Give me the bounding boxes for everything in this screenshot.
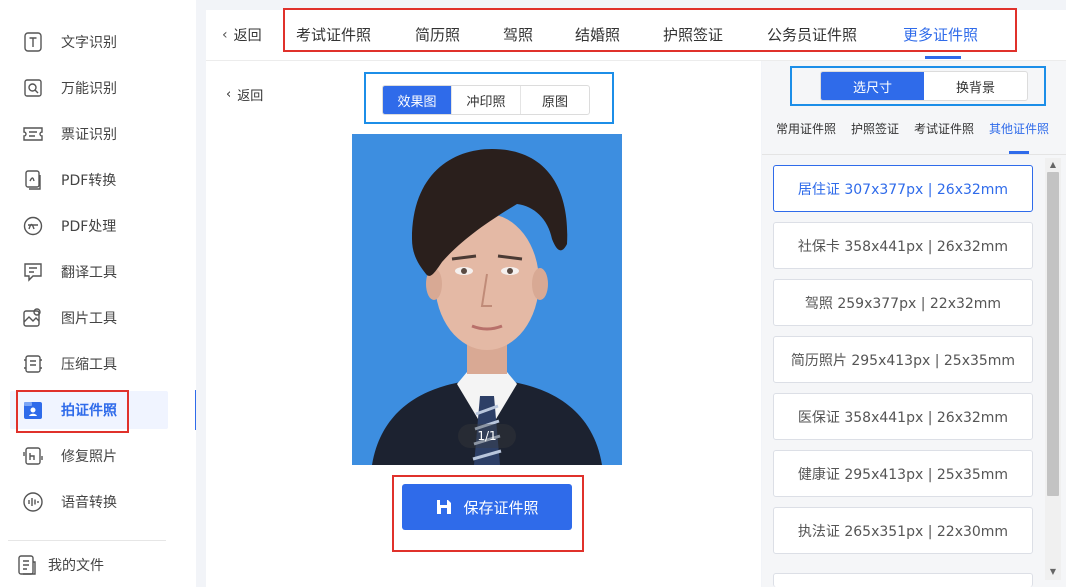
sidebar-item-ticket-recognition[interactable]: 票证识别 [18, 115, 168, 153]
sidebar-item-label: 票证识别 [61, 127, 117, 143]
category-common[interactable]: 常用证件照 [776, 120, 836, 137]
tab-driver-license[interactable]: 驾照 [503, 24, 533, 45]
tab-exam-photo[interactable]: 考试证件照 [296, 24, 371, 45]
photo-pager: 1/1 [458, 424, 516, 448]
tab-civil-servant-photo[interactable]: 公务员证件照 [767, 24, 857, 45]
text-recognition-icon [20, 29, 46, 55]
sidebar-item-translate[interactable]: 翻译工具 [18, 253, 168, 291]
pdf-convert-icon [20, 167, 46, 193]
sidebar-item-id-photo[interactable]: 拍证件照 [10, 391, 168, 429]
preview-back-button[interactable]: ‹ 返回 [226, 85, 263, 104]
size-option-social-security-card[interactable]: 社保卡 358x441px | 26x32mm [773, 222, 1033, 269]
category-passport-visa[interactable]: 护照签证 [851, 120, 899, 137]
sidebar-item-label: 拍证件照 [61, 403, 117, 419]
sidebar-item-label: 压缩工具 [61, 357, 117, 373]
tab-resume-photo[interactable]: 简历照 [415, 24, 460, 45]
ticket-recognition-icon [20, 121, 46, 147]
back-label: 返回 [237, 89, 264, 104]
save-id-photo-button[interactable]: 保存证件照 [402, 484, 572, 530]
pdf-process-icon [20, 213, 46, 239]
sidebar-item-label: 图片工具 [61, 311, 117, 327]
id-photo-icon [20, 397, 46, 423]
chevron-left-icon: ‹ [226, 87, 232, 102]
view-mode-original[interactable]: 原图 [521, 86, 589, 114]
chevron-left-icon: ‹ [222, 27, 228, 43]
size-option-residence-permit[interactable]: 居住证 307x377px | 26x32mm [773, 165, 1033, 212]
size-option-law-enforcement[interactable]: 执法证 265x351px | 22x30mm [773, 507, 1033, 554]
voice-convert-icon [20, 489, 46, 515]
view-mode-switch: 效果图 冲印照 原图 [382, 85, 590, 115]
size-background-switch: 选尺寸 换背景 [820, 71, 1028, 101]
mode-choose-size[interactable]: 选尺寸 [821, 72, 924, 100]
sidebar-item-label: 我的文件 [48, 558, 104, 574]
sidebar-item-text-recognition[interactable]: 文字识别 [18, 23, 168, 61]
tab-marriage-photo[interactable]: 结婚照 [575, 24, 620, 45]
sidebar-divider [8, 540, 166, 541]
save-button-label: 保存证件照 [463, 498, 539, 517]
sidebar-item-label: 修复照片 [61, 449, 117, 465]
translate-icon [20, 259, 46, 285]
sidebar-item-label: PDF处理 [61, 219, 117, 235]
tab-active-indicator [925, 56, 961, 59]
sidebar-item-repair-photo[interactable]: 修复照片 [18, 437, 168, 475]
sidebar-item-label: 语音转换 [61, 495, 117, 511]
view-mode-print[interactable]: 冲印照 [452, 86, 521, 114]
scroll-up-arrow-icon[interactable]: ▲ [1047, 159, 1059, 169]
back-label: 返回 [233, 28, 262, 44]
sidebar-item-label: 文字识别 [61, 35, 117, 51]
scrollbar-thumb[interactable] [1047, 172, 1059, 496]
id-photo-preview [352, 134, 622, 465]
save-disk-icon [437, 500, 452, 514]
size-option-partial[interactable] [773, 573, 1033, 587]
size-option-resume-photo[interactable]: 简历照片 295x413px | 25x35mm [773, 336, 1033, 383]
image-tools-icon [20, 305, 46, 331]
tab-passport-visa[interactable]: 护照签证 [663, 24, 723, 45]
view-mode-effect[interactable]: 效果图 [383, 86, 452, 114]
sidebar-item-my-files[interactable]: 我的文件 [12, 546, 162, 584]
my-files-icon [14, 552, 40, 578]
sidebar-item-voice-convert[interactable]: 语音转换 [18, 483, 168, 521]
size-option-driver-license[interactable]: 驾照 259x377px | 22x32mm [773, 279, 1033, 326]
sidebar-item-label: 万能识别 [61, 81, 117, 97]
sidebar-item-pdf-process[interactable]: PDF处理 [18, 207, 168, 245]
sidebar-item-image-tools[interactable]: 图片工具 [18, 299, 168, 337]
mode-change-background[interactable]: 换背景 [924, 72, 1027, 100]
sidebar-item-pdf-convert[interactable]: PDF转换 [18, 161, 168, 199]
back-button[interactable]: ‹ 返回 [222, 24, 262, 46]
sidebar-item-label: 翻译工具 [61, 265, 117, 281]
compress-icon [20, 351, 46, 377]
sidebar: 文字识别 万能识别 票证识别 PDF转换 PDF处理 翻译工具 图片工具 压缩工… [0, 0, 196, 587]
sidebar-item-universal-recognition[interactable]: 万能识别 [18, 69, 168, 107]
size-option-medical-insurance[interactable]: 医保证 358x441px | 26x32mm [773, 393, 1033, 440]
tab-more-photos[interactable]: 更多证件照 [903, 24, 978, 45]
repair-photo-icon [20, 443, 46, 469]
category-exam[interactable]: 考试证件照 [914, 120, 974, 137]
scroll-down-arrow-icon[interactable]: ▼ [1047, 566, 1059, 576]
size-option-health-certificate[interactable]: 健康证 295x413px | 25x35mm [773, 450, 1033, 497]
sidebar-item-compress[interactable]: 压缩工具 [18, 345, 168, 383]
category-other[interactable]: 其他证件照 [989, 120, 1049, 137]
universal-recognition-icon [20, 75, 46, 101]
category-divider [762, 154, 1066, 155]
sidebar-item-label: PDF转换 [61, 173, 117, 189]
